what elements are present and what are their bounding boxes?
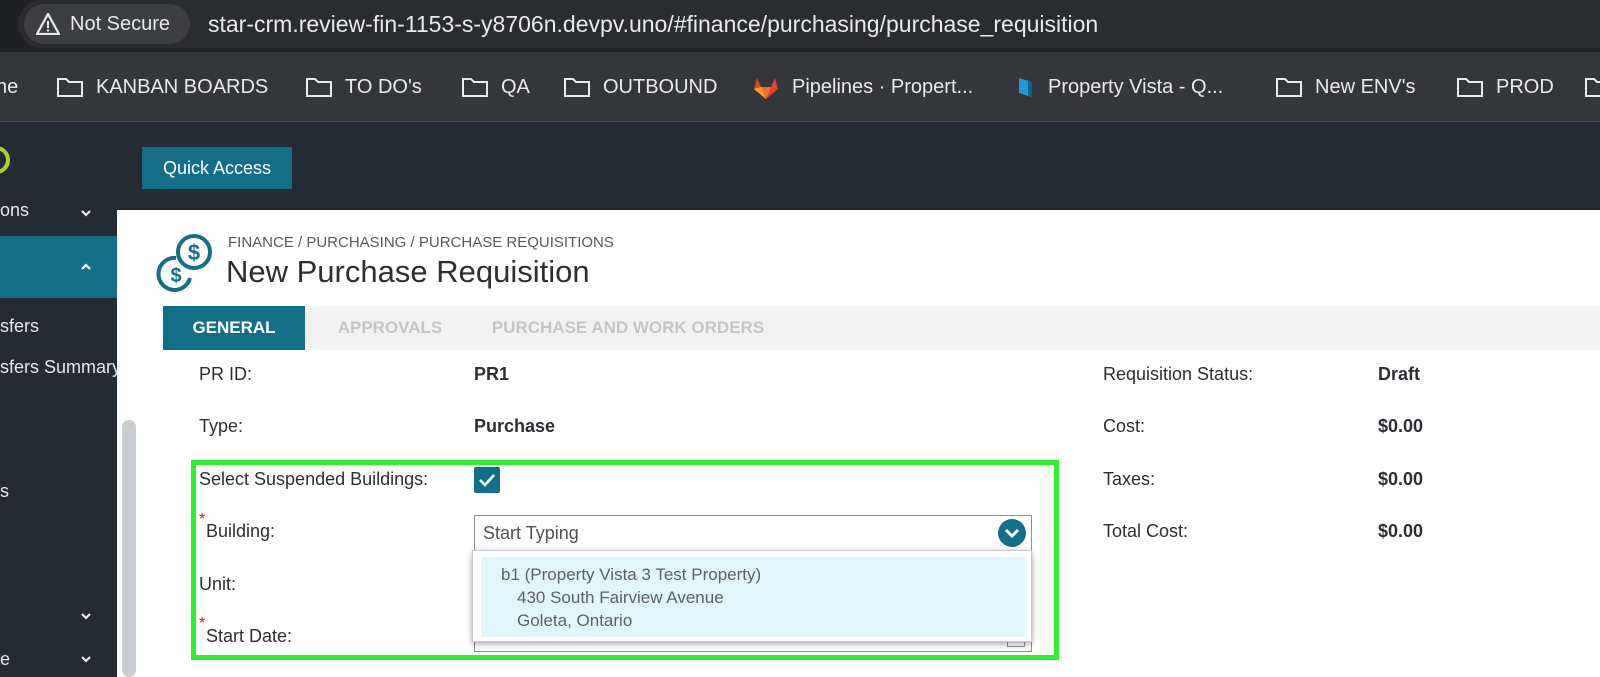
suggestion-street: 430 South Fairview Avenue [517, 588, 724, 607]
sidebar-item-ons[interactable]: ons [0, 200, 117, 221]
sidebar-item-label: e [0, 649, 11, 669]
total-cost-label: Total Cost: [1103, 521, 1189, 541]
svg-text:$: $ [188, 240, 200, 265]
scrollbar[interactable] [122, 420, 136, 677]
finance-coins-icon: $ $ [156, 232, 216, 292]
url-text[interactable]: star-crm.review-fin-1153-s-y8706n.devpv.… [208, 11, 1098, 38]
type-value: Purchase [474, 416, 556, 436]
bookmark-label: OUTBOUND [603, 75, 718, 98]
page-title: New Purchase Requisition [226, 254, 590, 289]
bookmark-label: Pipelines · Propert... [792, 75, 974, 98]
suspended-buildings-label: Select Suspended Buildings: [199, 469, 429, 489]
sidebar-item-label: s [0, 481, 9, 501]
sidebar-item-transfers[interactable]: sfers [0, 316, 117, 337]
total-cost-value: $0.00 [1378, 521, 1424, 541]
gitlab-icon [752, 75, 780, 99]
folder-icon [1275, 75, 1303, 99]
tab-approvals[interactable]: APPROVALS [331, 306, 449, 350]
suggestion-city: Goleta, Ontario [517, 611, 633, 630]
tab-general[interactable]: GENERAL [163, 306, 305, 350]
breadcrumb[interactable]: FINANCE / PURCHASING / PURCHASE REQUISIT… [228, 234, 614, 251]
start-date-label: Start Date: [206, 626, 293, 646]
svg-text:$: $ [170, 265, 181, 287]
bookmark-label: ne [0, 75, 19, 98]
chevron-down-icon[interactable] [79, 652, 93, 666]
building-suggestions-list: b1 (Property Vista 3 Test Property) 430 … [472, 550, 1032, 642]
requisition-status-label: Requisition Status: [1103, 364, 1254, 384]
folder-icon [1456, 75, 1484, 99]
chevron-down-icon [1004, 528, 1020, 539]
folder-icon [563, 75, 591, 99]
cost-label: Cost: [1103, 416, 1146, 436]
sidebar-item-label: ons [0, 200, 30, 220]
bookmark-pipelines[interactable]: Pipelines · Propert... [752, 72, 973, 102]
building-input[interactable]: Start Typing [474, 515, 1032, 551]
suspended-buildings-checkbox[interactable] [474, 467, 500, 493]
bookmark-ne[interactable]: ne [0, 72, 18, 102]
bookmark-label: QA [501, 75, 530, 98]
taxes-label: Taxes: [1103, 469, 1156, 489]
bookmark-label: Property Vista - Q... [1048, 75, 1224, 98]
taxes-value: $0.00 [1378, 469, 1424, 489]
tab-purchase-and-work-orders[interactable]: PURCHASE AND WORK ORDERS [492, 306, 764, 350]
tab-bar: GENERAL APPROVALS PURCHASE AND WORK ORDE… [163, 306, 1600, 350]
folder-icon [1584, 75, 1600, 99]
building-dropdown-button[interactable] [998, 519, 1026, 547]
pr-id-value: PR1 [474, 364, 510, 384]
cost-value: $0.00 [1378, 416, 1424, 436]
browser-url-bar: Not Secure star-crm.review-fin-1153-s-y8… [0, 0, 1600, 52]
required-marker: * [199, 511, 206, 528]
screen: Not Secure star-crm.review-fin-1153-s-y8… [0, 0, 1600, 677]
suggestion-building-name: b1 (Property Vista 3 Test Property) [501, 565, 762, 584]
bookmark-label: KANBAN BOARDS [96, 75, 269, 98]
folder-icon [461, 75, 489, 99]
building-label: Building: [206, 521, 276, 541]
bookmark-outbound[interactable]: OUTBOUND [563, 72, 717, 102]
security-chip[interactable]: Not Secure [24, 4, 190, 44]
chevron-down-icon[interactable] [79, 206, 93, 220]
security-label: Not Secure [70, 12, 171, 35]
bookmark-label: PROD [1496, 75, 1554, 98]
unit-label: Unit: [199, 574, 237, 594]
pr-id-label: PR ID: [199, 364, 253, 384]
bookmark-to-dos[interactable]: TO DO's [305, 72, 422, 102]
bookmark-prod[interactable]: PROD [1456, 72, 1554, 102]
chevron-down-icon[interactable] [79, 609, 93, 623]
chevron-up-icon[interactable] [79, 260, 93, 274]
bookmark-property-vista[interactable]: Property Vista - Q... [1016, 72, 1223, 102]
folder-icon [305, 75, 333, 99]
property-vista-icon [1016, 75, 1036, 99]
bookmark-qa[interactable]: QA [461, 72, 530, 102]
sidebar-item-finance[interactable] [0, 236, 117, 298]
sidebar-item-s[interactable]: s [0, 481, 117, 502]
checkmark-icon [479, 474, 495, 487]
sidebar-item-label: sfers [0, 316, 40, 336]
bookmarks-bar: ne KANBAN BOARDS TO DO's QA OUTBOUND Pip… [0, 52, 1600, 122]
bookmark-new-envs[interactable]: New ENV's [1275, 72, 1416, 102]
building-suggestion-item[interactable]: b1 (Property Vista 3 Test Property) 430 … [481, 557, 1025, 637]
bookmark-label: TO DO's [345, 75, 422, 98]
building-placeholder: Start Typing [483, 522, 579, 543]
bookmark-overflow[interactable] [1584, 72, 1600, 102]
required-marker: * [199, 615, 206, 632]
warning-icon [35, 12, 61, 36]
type-label: Type: [199, 416, 244, 436]
sidebar-item-e[interactable]: e [0, 649, 117, 670]
sidebar-item-label: sfers Summary [0, 357, 117, 377]
bookmark-label: New ENV's [1315, 75, 1416, 98]
sidebar-item-transfers-summary[interactable]: sfers Summary [0, 357, 117, 378]
folder-icon [56, 75, 84, 99]
requisition-status-value: Draft [1378, 364, 1421, 384]
quick-access-button[interactable]: Quick Access [142, 147, 292, 189]
bookmark-kanban-boards[interactable]: KANBAN BOARDS [56, 72, 268, 102]
app-logo[interactable] [0, 140, 12, 180]
